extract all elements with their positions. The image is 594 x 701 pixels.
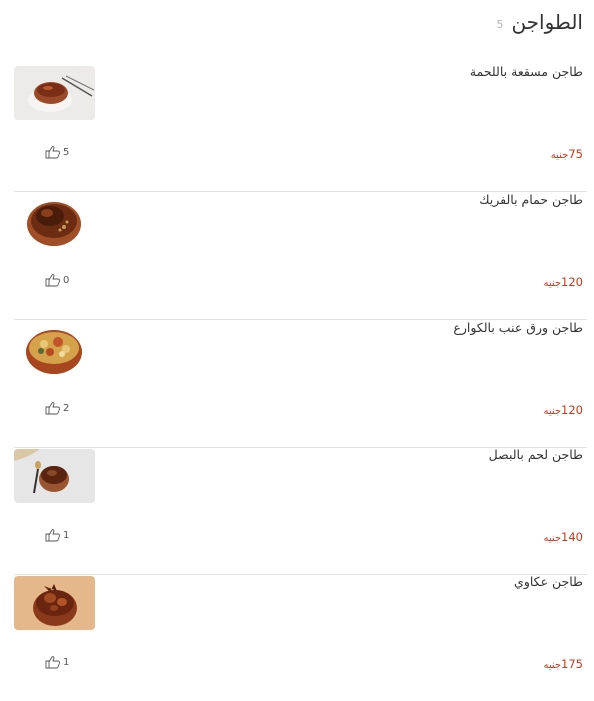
price-value: 175 bbox=[561, 657, 583, 671]
item-price: 120 جنيه bbox=[543, 403, 583, 417]
item-image[interactable] bbox=[14, 194, 95, 248]
item-price: 175 جنيه bbox=[543, 657, 583, 671]
price-value: 75 bbox=[568, 147, 583, 161]
likes-count: 1 bbox=[63, 529, 70, 541]
likes-count: 1 bbox=[63, 656, 70, 668]
menu-item[interactable]: طاجن ورق عنب بالكوارع 120 جنيه 2 bbox=[14, 320, 587, 448]
item-name[interactable]: طاجن عكاوي bbox=[514, 574, 583, 589]
price-currency: جنيه bbox=[543, 533, 562, 544]
price-currency: جنيه bbox=[543, 406, 562, 417]
section-title: الطواجن bbox=[511, 10, 583, 34]
item-name[interactable]: طاجن لحم بالبصل bbox=[489, 447, 583, 462]
menu-item[interactable]: طاجن لحم بالبصل 140 جنيه 1 bbox=[14, 447, 587, 575]
like-button[interactable]: 0 bbox=[45, 273, 69, 287]
item-image[interactable] bbox=[14, 322, 95, 376]
menu-item[interactable]: طاجن عكاوي 175 جنيه 1 bbox=[14, 574, 587, 701]
thumbs-up-icon bbox=[45, 274, 61, 287]
item-image[interactable] bbox=[14, 449, 95, 503]
thumbs-up-icon bbox=[45, 656, 61, 669]
section-header: الطواجن 5 bbox=[0, 6, 583, 38]
likes-count: 0 bbox=[63, 274, 70, 286]
likes-count: 5 bbox=[63, 146, 70, 158]
section-count: 5 bbox=[496, 17, 504, 31]
like-button[interactable]: 5 bbox=[45, 145, 69, 159]
thumbs-up-icon bbox=[45, 402, 61, 415]
thumbs-up-icon bbox=[45, 529, 61, 542]
like-button[interactable]: 1 bbox=[45, 528, 69, 542]
item-name[interactable]: طاجن مسقعة باللحمة bbox=[470, 64, 583, 79]
item-price: 120 جنيه bbox=[543, 275, 583, 289]
price-value: 140 bbox=[561, 530, 583, 544]
price-currency: جنيه bbox=[550, 150, 569, 161]
menu-item[interactable]: طاجن مسقعة باللحمة 75 جنيه 5 bbox=[14, 64, 587, 192]
menu-item[interactable]: طاجن حمام بالفريك 120 جنيه 0 bbox=[14, 192, 587, 320]
item-price: 75 جنيه bbox=[551, 147, 583, 161]
likes-count: 2 bbox=[63, 402, 70, 414]
item-name[interactable]: طاجن ورق عنب بالكوارع bbox=[453, 320, 583, 335]
like-button[interactable]: 2 bbox=[45, 401, 69, 415]
price-currency: جنيه bbox=[543, 660, 562, 671]
item-price: 140 جنيه bbox=[543, 530, 583, 544]
price-value: 120 bbox=[561, 275, 583, 289]
item-image[interactable] bbox=[14, 66, 95, 120]
like-button[interactable]: 1 bbox=[45, 655, 69, 669]
price-currency: جنيه bbox=[543, 278, 562, 289]
price-value: 120 bbox=[561, 403, 583, 417]
item-name[interactable]: طاجن حمام بالفريك bbox=[479, 192, 583, 207]
item-image[interactable] bbox=[14, 576, 95, 630]
thumbs-up-icon bbox=[45, 146, 61, 159]
